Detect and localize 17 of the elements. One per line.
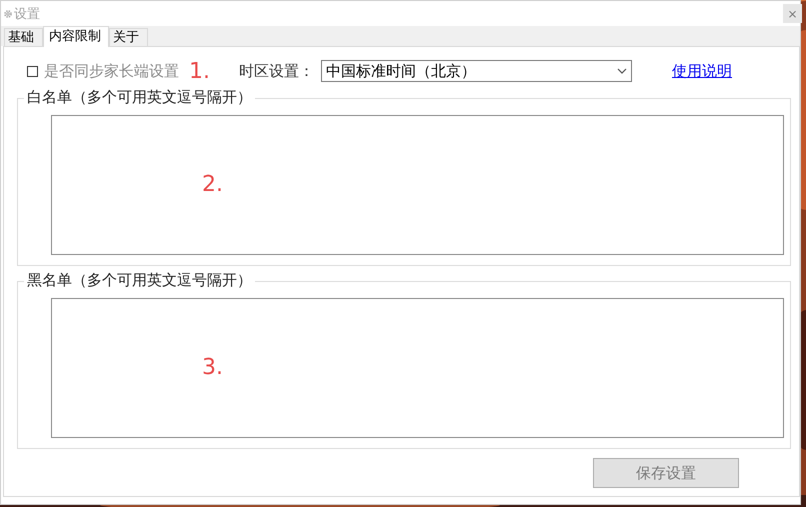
group-title: 白名单（多个可用英文逗号隔开） [24,88,255,107]
help-link[interactable]: 使用说明 [672,62,732,80]
tab[interactable]: 关于 [109,28,148,46]
text-area[interactable]: 3. [51,298,784,438]
annotation-number: 2. [202,172,223,197]
annotation-number: 3. [202,355,223,380]
annotation-number: 1. [189,58,211,84]
gear-icon [3,8,13,18]
text-area[interactable]: 2. [51,115,784,255]
tab[interactable]: 内容限制 [43,26,109,47]
group-title: 黑名单（多个可用英文逗号隔开） [24,271,255,290]
checkbox-label: 是否同步家长端设置 [44,62,179,80]
timezone-dropdown[interactable]: 中国标准时间（北京） [321,60,632,82]
tab[interactable]: 基础 [4,28,43,46]
timezone-label: 时区设置： [239,62,315,80]
caret-icon [617,68,627,74]
window-title: 设置 [3,4,40,22]
